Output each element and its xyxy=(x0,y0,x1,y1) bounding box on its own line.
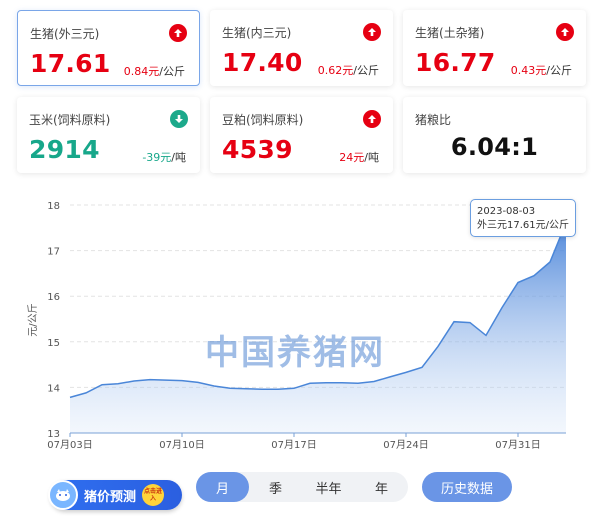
card-name: 生猪(外三元) xyxy=(30,27,100,41)
card-change: 0.43元/公斤 xyxy=(510,64,572,77)
chart-tooltip: 2023-08-03 外三元17.61元/公斤 xyxy=(470,199,576,237)
price-card-waisanyuan[interactable]: 生猪(外三元) 17.61 0.84元/公斤 xyxy=(17,10,200,86)
price-card-tuzazhu[interactable]: 生猪(土杂猪) 16.77 0.43元/公斤 xyxy=(403,10,586,86)
price-card-hog-grain-ratio[interactable]: 猪粮比 6.04:1 xyxy=(403,97,586,173)
x-tick-label: 07月17日 xyxy=(271,439,316,450)
y-tick-label: 18 xyxy=(47,201,60,212)
pig-price-forecast-button[interactable]: 猪价预测 点击进入 xyxy=(48,480,182,510)
y-tick-label: 15 xyxy=(47,338,60,349)
card-change: 0.62元/公斤 xyxy=(317,64,379,77)
forecast-label: 猪价预测 xyxy=(84,489,137,505)
card-change: -39元/吨 xyxy=(142,151,186,164)
card-change: 0.84元/公斤 xyxy=(123,65,185,78)
x-tick-label: 07月03日 xyxy=(47,439,92,450)
y-axis-label: 元/公斤 xyxy=(27,303,39,336)
card-value: 17.40 xyxy=(222,48,303,77)
y-tick-label: 13 xyxy=(47,429,60,440)
card-value: 17.61 xyxy=(30,49,111,78)
card-change: 24元/吨 xyxy=(339,151,379,164)
history-data-button[interactable]: 历史数据 xyxy=(422,472,512,502)
card-name: 玉米(饲料原料) xyxy=(29,113,111,127)
card-name: 猪粮比 xyxy=(415,113,452,127)
x-tick-label: 07月31日 xyxy=(495,439,540,450)
card-name: 豆粕(饲料原料) xyxy=(222,113,304,127)
range-quarter-button[interactable]: 季 xyxy=(249,472,302,502)
up-arrow-icon xyxy=(169,24,187,42)
watermark: 中国养猪网 xyxy=(205,333,385,373)
up-arrow-icon xyxy=(363,23,381,41)
price-card-soymeal[interactable]: 豆粕(饲料原料) 4539 24元/吨 xyxy=(210,97,393,173)
up-arrow-icon xyxy=(556,23,574,41)
tooltip-date: 2023-08-03 xyxy=(477,206,536,217)
y-tick-label: 17 xyxy=(47,247,60,258)
time-range-selector: 月 季 半年 年 xyxy=(196,472,408,502)
card-name: 生猪(土杂猪) xyxy=(415,26,485,40)
range-half-year-button[interactable]: 半年 xyxy=(302,472,355,502)
card-value: 6.04:1 xyxy=(450,133,539,161)
x-tick-label: 07月24日 xyxy=(383,439,428,450)
pig-icon xyxy=(48,480,78,510)
tooltip-value: 外三元17.61元/公斤 xyxy=(477,220,569,231)
price-card-corn[interactable]: 玉米(饲料原料) 2914 -39元/吨 xyxy=(17,97,200,173)
range-year-button[interactable]: 年 xyxy=(355,472,408,502)
price-card-neisanyuan[interactable]: 生猪(内三元) 17.40 0.62元/公斤 xyxy=(210,10,393,86)
down-arrow-icon xyxy=(170,110,188,128)
up-arrow-icon xyxy=(363,110,381,128)
card-value: 4539 xyxy=(222,135,293,164)
x-tick-label: 07月10日 xyxy=(159,439,204,450)
range-month-button[interactable]: 月 xyxy=(196,472,249,502)
y-tick-label: 16 xyxy=(47,292,60,303)
card-name: 生猪(内三元) xyxy=(222,26,292,40)
enter-badge: 点击进入 xyxy=(142,484,165,506)
card-value: 2914 xyxy=(29,135,100,164)
y-tick-label: 14 xyxy=(47,383,60,394)
card-value: 16.77 xyxy=(415,48,496,77)
